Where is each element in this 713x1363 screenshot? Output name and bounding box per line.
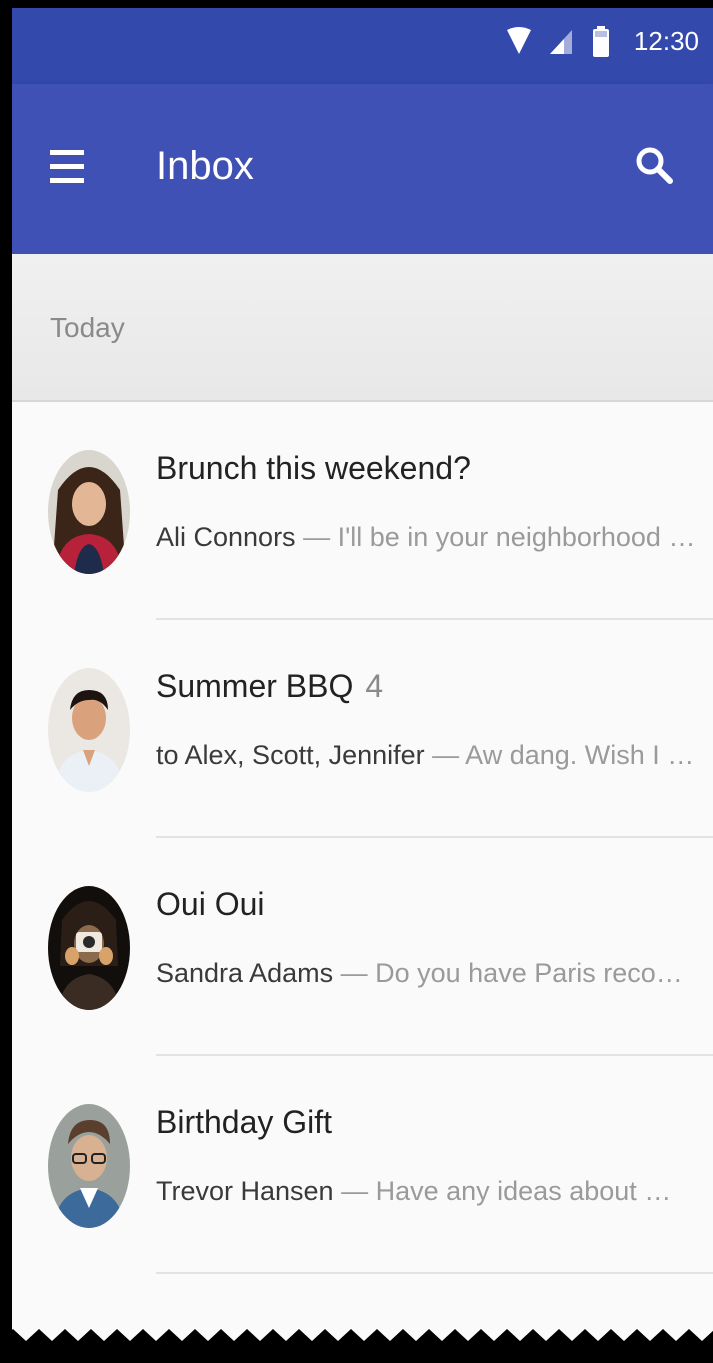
email-snippet: Sandra Adams — Do you have Paris reco…: [156, 958, 696, 989]
divider: [156, 1272, 713, 1274]
email-list-item[interactable]: Brunch this weekend? Ali Connors — I'll …: [12, 402, 713, 620]
email-preview: — Do you have Paris reco…: [333, 958, 683, 988]
status-bar: 12:30: [12, 8, 713, 84]
search-icon[interactable]: [633, 144, 677, 188]
email-snippet: Trevor Hansen — Have any ideas about …: [156, 1176, 696, 1207]
email-snippet: Ali Connors — I'll be in your neighborho…: [156, 522, 696, 553]
email-subject: Birthday Gift: [156, 1104, 333, 1140]
battery-icon: [593, 26, 609, 57]
app-bar: Inbox: [12, 84, 713, 254]
page-title: Inbox: [156, 144, 254, 188]
email-snippet: to Alex, Scott, Jennifer — Aw dang. Wish…: [156, 740, 696, 771]
section-label: Today: [50, 312, 125, 343]
avatar: [48, 886, 130, 1010]
email-subject: Oui Oui: [156, 886, 265, 922]
email-preview: — Aw dang. Wish I …: [424, 740, 695, 770]
email-sender: Ali Connors: [156, 522, 296, 552]
phone-screen: 12:30 Inbox Today Brunch this weekend? A…: [12, 8, 713, 1363]
email-list-item[interactable]: Oui Oui Sandra Adams — Do you have Paris…: [12, 838, 713, 1056]
wifi-icon: [507, 27, 531, 54]
email-preview: — Have any ideas about …: [333, 1176, 672, 1206]
email-list-item[interactable]: Summer BBQ 4 to Alex, Scott, Jennifer — A…: [12, 620, 713, 838]
section-header: Today: [12, 254, 713, 402]
email-sender: Trevor Hansen: [156, 1176, 334, 1206]
email-sender: to Alex, Scott, Jennifer: [156, 740, 425, 770]
email-list-item[interactable]: Birthday Gift Trevor Hansen — Have any i…: [12, 1056, 713, 1274]
status-time: 12:30: [633, 26, 699, 56]
cellular-signal-icon: [550, 30, 572, 54]
zigzag-edge: [0, 1329, 713, 1363]
email-preview: — I'll be in your neighborhood …: [295, 522, 696, 552]
avatar: [48, 450, 130, 574]
email-subject: Summer BBQ 4: [156, 668, 384, 704]
avatar: [48, 668, 130, 792]
email-sender: Sandra Adams: [156, 958, 334, 988]
email-subject: Brunch this weekend?: [156, 450, 471, 486]
avatar: [48, 1104, 130, 1228]
hamburger-menu-icon[interactable]: [48, 148, 88, 186]
thread-count: 4: [365, 668, 384, 704]
email-list: Brunch this weekend? Ali Connors — I'll …: [12, 402, 713, 1274]
